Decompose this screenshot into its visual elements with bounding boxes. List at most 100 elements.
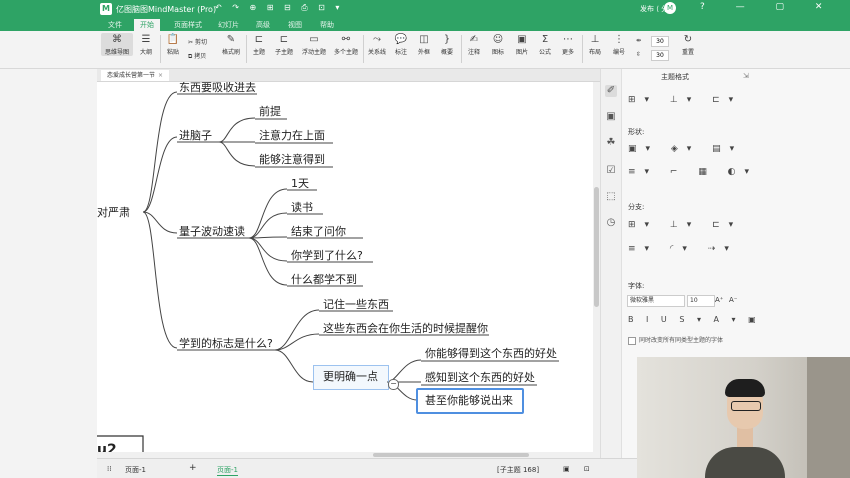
quick-access-toolbar[interactable]: ↶ ↷ ⊕ ⊞ ⊟ ⎙ ⊡ ▾: [215, 3, 343, 13]
node-learned-nothing[interactable]: 什么都学不到: [291, 273, 357, 286]
v-spacing-input[interactable]: 30: [651, 50, 669, 61]
tab-slides[interactable]: 幻灯片: [212, 19, 245, 31]
float-topic-button[interactable]: ▭ 浮动主题: [299, 33, 329, 56]
tab-advanced[interactable]: 高级: [250, 19, 276, 31]
summary-icon: }: [443, 34, 451, 45]
summary-button[interactable]: } 概要: [437, 33, 457, 56]
page-select[interactable]: 页面-1: [125, 465, 146, 475]
node-benefit[interactable]: 你能够得到这个东西的好处: [425, 347, 557, 360]
font-grow-button[interactable]: A⁺: [715, 296, 723, 304]
tab-start[interactable]: 开始: [134, 19, 160, 31]
note-button[interactable]: ✍ 注释: [464, 33, 484, 56]
window-controls[interactable]: ? — ▢ ✕: [700, 2, 836, 12]
view-mode-icons[interactable]: ▣ ⊡: [563, 465, 596, 473]
node-perceive[interactable]: 感知到这个东西的好处: [425, 371, 535, 384]
task-icon[interactable]: ☑: [605, 165, 617, 177]
vertical-scrollbar[interactable]: [593, 82, 600, 458]
page-format-icon[interactable]: ▣: [605, 111, 617, 123]
user-avatar[interactable]: M: [664, 2, 676, 14]
more-button[interactable]: ⋯ 更多: [558, 33, 578, 56]
page-tab-1[interactable]: 页面-1: [217, 465, 238, 476]
layout-button[interactable]: ⊥ 布局: [585, 33, 605, 56]
node-clearer[interactable]: 更明确一点: [323, 370, 378, 383]
mark-button[interactable]: ☺ 图标: [488, 33, 508, 56]
outline-view-button[interactable]: ☰ 大纲: [135, 33, 157, 56]
mindmap-canvas[interactable]: 对严肃 东西要吸收进去 进脑子 前提 注意力在上面 能够注意得到 量子波动速读 …: [97, 82, 593, 458]
horizontal-scroll-thumb[interactable]: [373, 453, 529, 457]
outline-panel-icon[interactable]: ⬚: [605, 191, 617, 203]
theme-icon[interactable]: ☘: [605, 137, 617, 149]
formula-button[interactable]: Σ 公式: [535, 33, 555, 56]
node-root-partial[interactable]: 对严肃: [97, 206, 130, 219]
font-size-select[interactable]: 10: [687, 295, 715, 307]
node-reading[interactable]: 读书: [291, 201, 313, 214]
shape-row-2[interactable]: ≡▾ ⌐ ▦ ◐▾: [628, 167, 758, 177]
font-family-select[interactable]: 微软雅黑: [627, 295, 685, 307]
collapse-toggle-icon[interactable]: −: [388, 379, 399, 390]
document-tab[interactable]: 恋爱成长营第一节 ×: [101, 70, 170, 81]
vertical-scroll-thumb[interactable]: [594, 187, 599, 307]
shape-section-label: 形状:: [628, 128, 645, 136]
relation-button[interactable]: ⤳ 关系线: [366, 33, 388, 56]
reset-button[interactable]: ↻ 重置: [678, 33, 698, 56]
subtopic-button[interactable]: ⊏ 子主题: [272, 33, 296, 56]
paste-label: 粘贴: [166, 49, 179, 56]
window-title: 亿图脑图MindMaster (Pro): [116, 5, 217, 14]
node-can-attend[interactable]: 能够注意得到: [259, 153, 325, 166]
layout-style-row[interactable]: ⊞▾ ⊥▾ ⊏▾: [628, 95, 742, 105]
image-button[interactable]: ▣ 图片: [512, 33, 532, 56]
checkbox-box[interactable]: [628, 336, 636, 345]
node-remind[interactable]: 这些东西会在你生活的时候提醒你: [323, 322, 488, 335]
node-what-learned[interactable]: 你学到了什么?: [291, 249, 363, 262]
node-into-brain[interactable]: 进脑子: [179, 129, 212, 142]
float-topic-icon: ▭: [309, 34, 319, 45]
format-brush-button[interactable]: ✎ 格式刷: [219, 33, 243, 56]
font-style-row[interactable]: B I U S ▾ A ▾ ▣: [628, 315, 761, 324]
tab-page-style[interactable]: 页面样式: [168, 19, 208, 31]
history-icon[interactable]: ◷: [605, 217, 617, 229]
page-list-icon[interactable]: ⁞⁞: [107, 465, 111, 473]
numbering-button[interactable]: ⋮ 编号: [609, 33, 629, 56]
topic-format-icon[interactable]: ✐: [605, 85, 617, 97]
webcam-door: [807, 357, 850, 478]
add-page-button[interactable]: +: [189, 463, 197, 473]
topic-button[interactable]: ⊏ 主题: [249, 33, 269, 56]
presenter-glasses: [731, 401, 761, 411]
tab-view[interactable]: 视图: [282, 19, 308, 31]
node-explain[interactable]: 甚至你能够说出来: [425, 394, 513, 407]
paste-button[interactable]: 📋 粘贴: [163, 33, 183, 56]
node-premise[interactable]: 前提: [259, 105, 281, 118]
relation-icon: ⤳: [373, 34, 381, 45]
multi-topic-button[interactable]: ⚯ 多个主题: [331, 33, 361, 56]
boundary-button[interactable]: ◫ 外框: [414, 33, 434, 56]
callout-button[interactable]: 💬 标注: [391, 33, 411, 56]
copy-button[interactable]: ⧉ 拷贝: [188, 51, 206, 61]
apply-all-checkbox[interactable]: 同时改变所有同类型主题的字体: [628, 335, 723, 345]
mindmap-view-button[interactable]: ⌘ 思维导图: [101, 33, 133, 56]
node-attention-on[interactable]: 注意力在上面: [259, 129, 325, 142]
h-spacing-icon: ⇹: [636, 37, 642, 44]
app-logo-icon: M: [100, 3, 112, 15]
shape-row-1[interactable]: ▣▾ ◈▾ ▤▾: [628, 144, 743, 154]
node-asked[interactable]: 结束了问你: [291, 225, 346, 238]
pin-icon[interactable]: ⇲: [743, 72, 749, 80]
branch-row-1[interactable]: ⊞▾ ⊥▾ ⊏▾: [628, 220, 742, 230]
mindmap-view-label: 思维导图: [104, 49, 129, 56]
font-shrink-button[interactable]: A⁻: [729, 296, 737, 304]
node-remember[interactable]: 记住一些东西: [323, 298, 389, 311]
node-absorb[interactable]: 东西要吸收进去: [179, 82, 256, 94]
node-quantum-reading[interactable]: 量子波动速读: [179, 225, 245, 238]
reset-icon: ↻: [683, 34, 693, 45]
cut-button[interactable]: ✂ 剪切: [188, 37, 207, 46]
node-day1[interactable]: 1天: [291, 177, 309, 190]
h-spacing-input[interactable]: 30: [651, 36, 669, 47]
branch-row-2[interactable]: ≡▾ ◜▾ ⇢▾: [628, 244, 738, 254]
tab-help[interactable]: 帮助: [314, 19, 340, 31]
connector-line: [248, 237, 288, 286]
tab-file[interactable]: 文件: [102, 19, 128, 31]
formula-label: 公式: [538, 49, 551, 56]
node-sign-of-learning[interactable]: 学到的标志是什么?: [179, 337, 273, 350]
close-tab-icon[interactable]: ×: [158, 72, 163, 79]
image-icon: ▣: [517, 34, 527, 45]
connector-line: [218, 141, 256, 167]
